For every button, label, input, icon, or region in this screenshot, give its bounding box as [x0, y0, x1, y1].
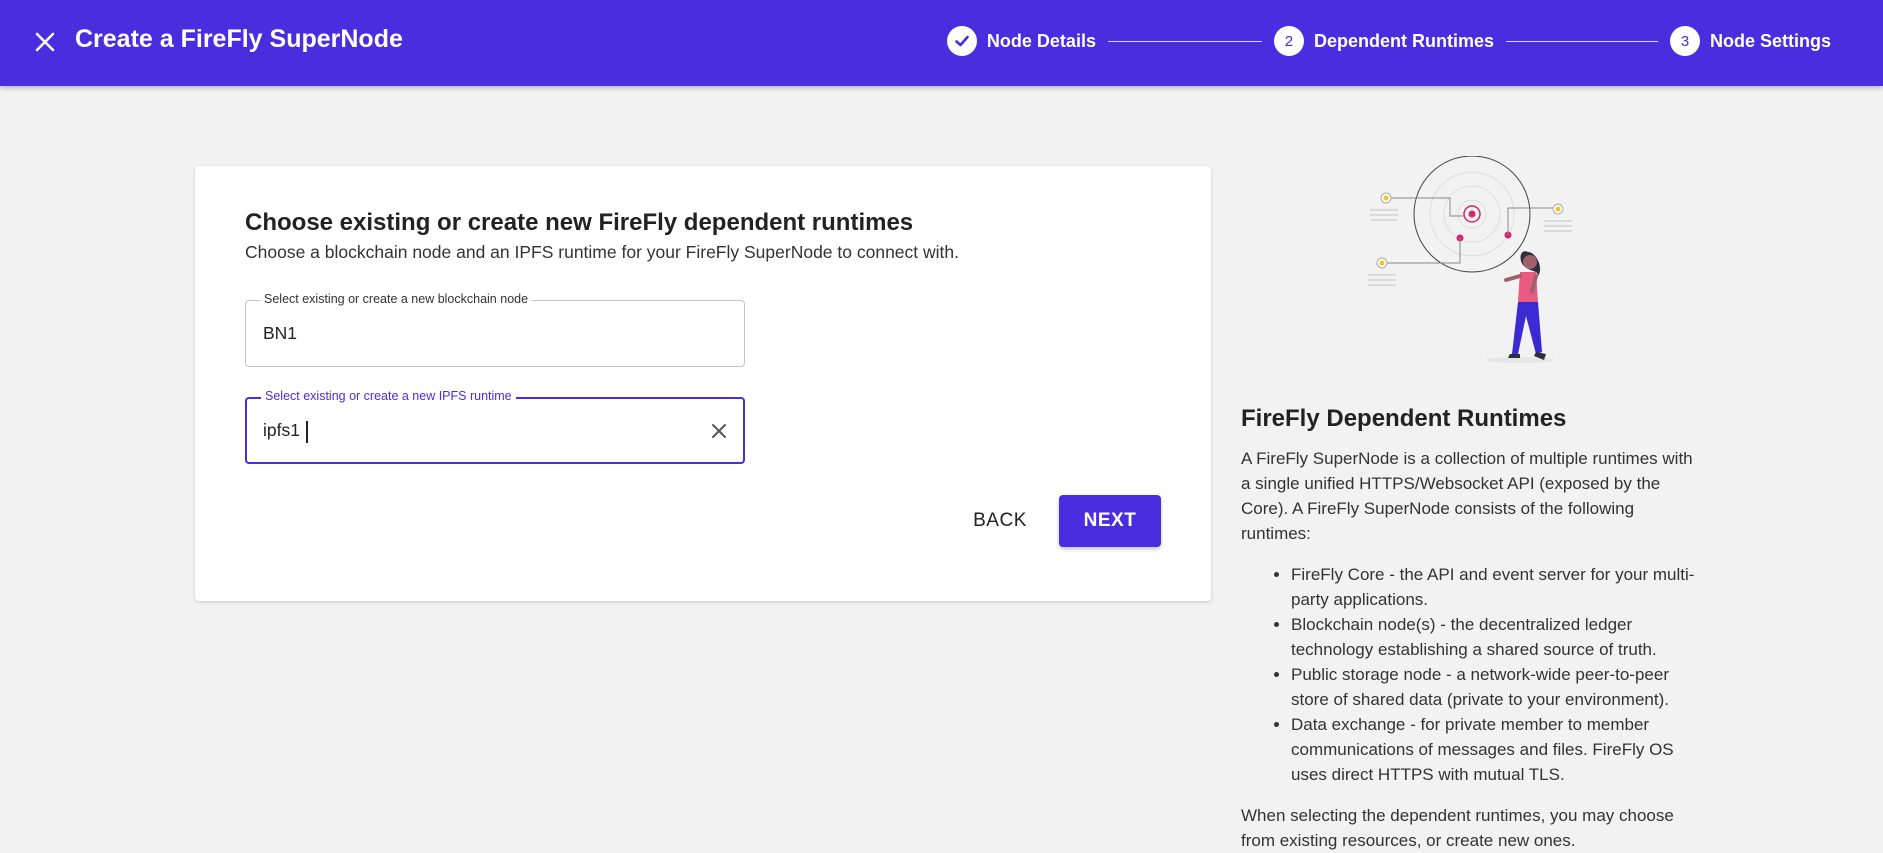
step-label: Node Settings	[1709, 30, 1831, 51]
check-icon	[955, 35, 969, 47]
step-number: 3	[1669, 26, 1700, 56]
page-title: Create a FireFly SuperNode	[75, 25, 403, 53]
list-item: FireFly Core - the API and event server …	[1291, 562, 1701, 612]
step-node-settings[interactable]: 3 Node Settings	[1669, 26, 1831, 56]
info-intro: A FireFly SuperNode is a collection of m…	[1241, 449, 1693, 543]
step-label: Node Details	[986, 30, 1096, 51]
step-connector	[1107, 40, 1262, 42]
blockchain-node-field[interactable]: Select existing or create a new blockcha…	[245, 292, 745, 367]
back-button[interactable]: BACK	[950, 495, 1050, 547]
info-title: FireFly Dependent Runtimes	[1241, 405, 1567, 432]
close-icon[interactable]	[30, 27, 60, 57]
stepper: Node Details 2 Dependent Runtimes 3 Node…	[946, 26, 1831, 56]
next-button[interactable]: NEXT	[1059, 495, 1161, 547]
info-outro: When selecting the dependent runtimes, y…	[1241, 806, 1674, 850]
text-cursor	[306, 421, 308, 443]
form-title: Choose existing or create new FireFly de…	[245, 209, 914, 236]
clear-icon[interactable]	[709, 421, 729, 441]
step-connector	[1505, 40, 1658, 42]
ipfs-runtime-input[interactable]	[247, 399, 743, 462]
runtimes-illustration	[1368, 156, 1572, 363]
list-item: Data exchange - for private member to me…	[1291, 712, 1701, 787]
step-label: Dependent Runtimes	[1313, 30, 1494, 51]
step-completed-indicator	[946, 26, 977, 56]
step-number: 2	[1273, 26, 1304, 56]
step-node-details[interactable]: Node Details	[946, 26, 1096, 56]
step-dependent-runtimes[interactable]: 2 Dependent Runtimes	[1273, 26, 1494, 56]
blockchain-node-input[interactable]	[246, 301, 744, 366]
runtime-selection-card: Choose existing or create new FireFly de…	[195, 166, 1211, 601]
app-header: Create a FireFly SuperNode Node Details …	[0, 0, 1883, 86]
info-body: A FireFly SuperNode is a collection of m…	[1241, 446, 1701, 853]
form-subtitle: Choose a blockchain node and an IPFS run…	[245, 242, 959, 262]
list-item: Public storage node - a network-wide pee…	[1291, 662, 1701, 712]
runtime-list: FireFly Core - the API and event server …	[1241, 562, 1701, 787]
list-item: Blockchain node(s) - the decentralized l…	[1291, 612, 1701, 662]
ipfs-runtime-field[interactable]: Select existing or create a new IPFS run…	[245, 389, 745, 464]
